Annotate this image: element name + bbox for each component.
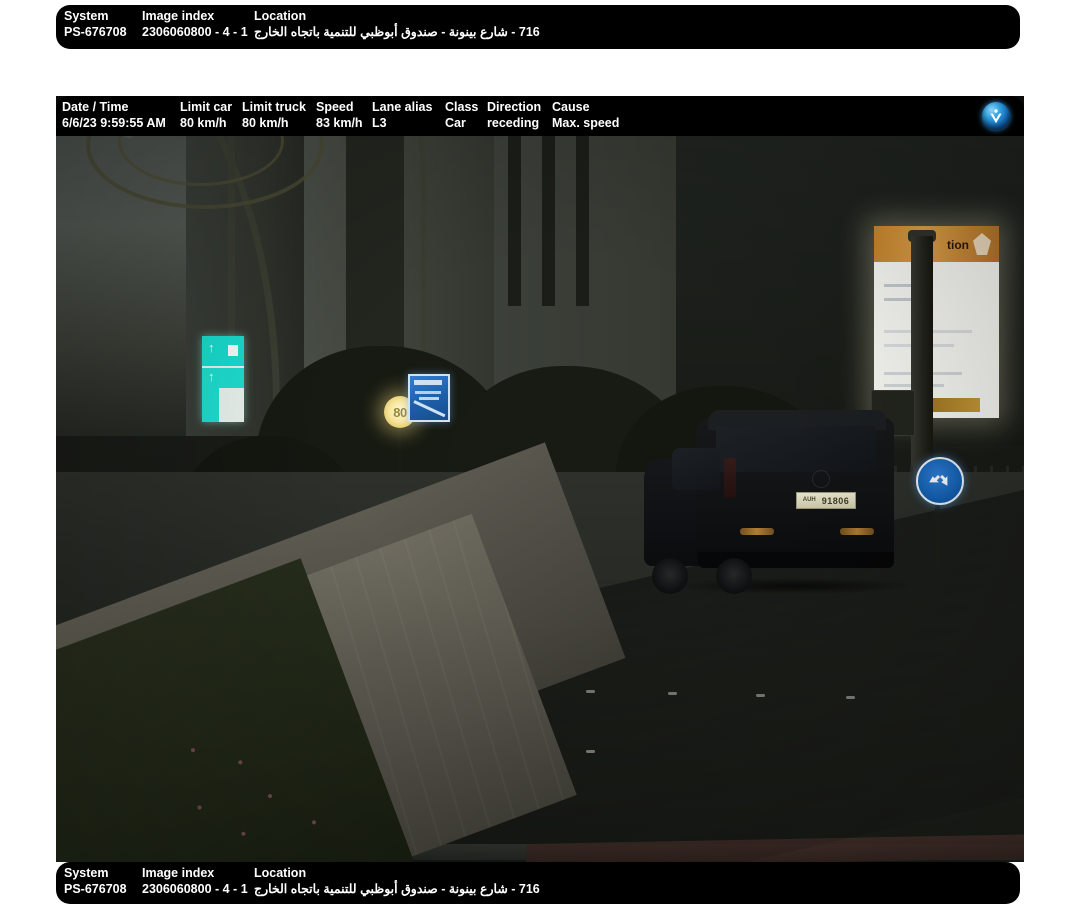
violation-direction-value: receding <box>487 116 540 130</box>
violation-direction-header: Direction <box>487 100 542 114</box>
arrow-up-icon: ↑ <box>208 369 215 384</box>
speed-limit-value: 80 <box>393 404 407 420</box>
bus-lane-sign-text-line <box>415 391 441 394</box>
van-rear-reflector <box>840 528 874 535</box>
bottom-system-value: PS-676708 <box>64 882 127 896</box>
bottom-info-bar: System PS-676708 Image index 2306060800 … <box>56 862 1020 904</box>
violation-cause-header: Cause <box>552 100 590 114</box>
violation-cause-column: Cause Max. speed <box>552 100 619 131</box>
flower <box>311 819 317 825</box>
violation-speed-header: Speed <box>316 100 354 114</box>
van-tail-light-cluster <box>724 458 736 498</box>
bottom-location-header: Location <box>254 866 307 880</box>
violation-datetime-column: Date / Time 6/6/23 9:59:55 AM <box>62 100 166 131</box>
violation-columns: Date / Time 6/6/23 9:59:55 AM Limit car … <box>62 100 1016 136</box>
highway-direction-sign-icon: ↑ ↑ <box>202 336 244 422</box>
road-stud <box>586 690 595 693</box>
facade-stripe <box>576 136 589 306</box>
top-info-bar: System PS-676708 Image index 2306060800 … <box>56 5 1020 49</box>
direction-sign-bottom-panel <box>202 388 219 422</box>
van-front-wheel <box>652 558 688 594</box>
flower <box>237 759 243 765</box>
road-stud <box>756 694 765 697</box>
van-rear-window <box>716 426 876 472</box>
violation-lane-alias-value: L3 <box>372 116 387 130</box>
direction-sign-top-panel: ↑ <box>202 336 244 366</box>
red-bus-lane-surface <box>526 834 1024 862</box>
van-rear-view-icon: AUH 91806 <box>644 400 914 600</box>
bottom-image-index-column: Image index 2306060800 - 4 - 1 <box>142 866 248 897</box>
violation-lane-alias-column: Lane alias L3 <box>372 100 432 131</box>
top-location-header: Location <box>254 9 307 23</box>
billboard-header-text: tion <box>947 238 969 252</box>
road-stud <box>846 696 855 699</box>
top-image-index-header: Image index <box>142 9 215 23</box>
road-stud <box>668 692 677 695</box>
bus-lane-information-sign-icon <box>408 374 450 422</box>
bus-lane-sign-text-line <box>419 397 439 400</box>
van-side-window <box>672 448 720 490</box>
violation-class-header: Class <box>445 100 479 114</box>
van-ground-shadow <box>674 578 914 594</box>
van-rear-reflector <box>740 528 774 535</box>
violation-limit-car-header: Limit car <box>180 100 233 114</box>
road-stud <box>586 750 595 753</box>
bottom-system-header: System <box>64 866 109 880</box>
violation-class-column: Class Car <box>445 100 478 131</box>
top-system-header: System <box>64 9 109 23</box>
bus-lane-sign-title-bar <box>414 380 442 385</box>
violation-speed-value: 83 km/h <box>316 116 363 130</box>
top-location-column: Location 617 - شارع بينونة - صندوق أبوظب… <box>254 9 540 40</box>
facade-stripe <box>542 136 555 306</box>
violation-speed-column: Speed 83 km/h <box>316 100 363 131</box>
facade-stripe <box>508 136 521 306</box>
flower <box>196 804 203 811</box>
direction-sign-mid-panel: ↑ <box>202 366 244 388</box>
violation-datetime-header: Date / Time <box>62 100 129 114</box>
top-system-column: System PS-676708 <box>64 9 127 40</box>
violation-limit-truck-value: 80 km/h <box>242 116 289 130</box>
top-location-value: 617 - شارع بينونة - صندوق أبوظبي للتنمية… <box>254 25 540 39</box>
flower <box>267 793 273 799</box>
pass-either-side-sign-icon <box>916 457 964 505</box>
top-image-index-column: Image index 2306060800 - 4 - 1 <box>142 9 248 40</box>
direction-sign-shield <box>228 345 238 356</box>
camera-scene: ↑ ↑ 80 tion AUH 91806 <box>56 136 1024 862</box>
bottom-info-columns: System PS-676708 Image index 2306060800 … <box>64 866 1012 904</box>
flower <box>240 831 247 837</box>
billboard-text-row <box>884 298 914 301</box>
violation-limit-car-value: 80 km/h <box>180 116 227 130</box>
top-info-columns: System PS-676708 Image index 2306060800 … <box>64 9 1012 49</box>
bottom-system-column: System PS-676708 <box>64 866 127 897</box>
bottom-image-index-value: 2306060800 - 4 - 1 <box>142 882 248 896</box>
violation-limit-truck-header: Limit truck <box>242 100 306 114</box>
top-image-index-value: 2306060800 - 4 - 1 <box>142 25 248 39</box>
top-system-value: PS-676708 <box>64 25 127 39</box>
bottom-location-column: Location 617 - شارع بينونة - صندوق أبوظب… <box>254 866 540 897</box>
bottom-location-value: 617 - شارع بينونة - صندوق أبوظبي للتنمية… <box>254 882 540 896</box>
violation-direction-column: Direction receding <box>487 100 541 131</box>
bottom-image-index-header: Image index <box>142 866 215 880</box>
violation-datetime-value: 6/6/23 9:59:55 AM <box>62 116 166 130</box>
violation-limit-car-column: Limit car 80 km/h <box>180 100 232 131</box>
violation-limit-truck-column: Limit truck 80 km/h <box>242 100 306 131</box>
vitronic-sphere-logo-icon <box>982 102 1010 130</box>
violation-lane-alias-header: Lane alias <box>372 100 433 114</box>
round-sign-pole <box>935 499 940 569</box>
bus-lane-sign-diagonal <box>413 400 446 418</box>
van-rear-wheel <box>716 558 752 594</box>
violation-cause-value: Max. speed <box>552 116 620 130</box>
arrow-up-icon: ↑ <box>208 340 215 355</box>
license-plate: AUH 91806 <box>796 492 856 509</box>
license-plate-emirate: AUH <box>802 497 816 503</box>
violation-data-bar: Date / Time 6/6/23 9:59:55 AM Limit car … <box>56 96 1024 136</box>
license-plate-number: 91806 <box>821 495 850 506</box>
violation-class-value: Car <box>445 116 466 130</box>
enforcement-photo-frame: Date / Time 6/6/23 9:59:55 AM Limit car … <box>56 96 1024 862</box>
flower <box>190 747 196 753</box>
van-emblem-icon <box>812 470 830 488</box>
